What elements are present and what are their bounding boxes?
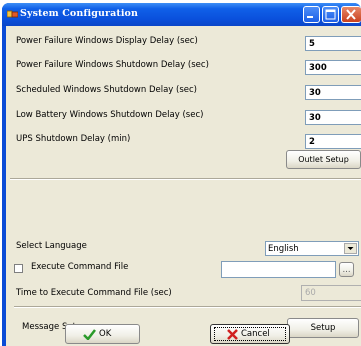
chevron-down-icon[interactable] (344, 243, 357, 254)
command-file-path-input[interactable] (221, 261, 336, 278)
shutdown-delay-input[interactable]: 300 (305, 60, 361, 75)
cancel-button[interactable]: Cancel (210, 324, 290, 344)
display-delay-label: Power Failure Windows Display Delay (sec… (16, 36, 198, 46)
language-select[interactable]: English (265, 241, 359, 256)
window-title: System Configuration (20, 8, 138, 19)
checkmark-icon (83, 329, 96, 340)
browse-button[interactable]: ... (339, 262, 354, 277)
language-label: Select Language (16, 241, 87, 251)
ups-shutdown-delay-label: UPS Shutdown Delay (min) (16, 134, 131, 144)
message-setup-button[interactable]: Setup (287, 318, 359, 338)
low-battery-delay-input[interactable]: 30 (305, 110, 361, 125)
cancel-label: Cancel (241, 329, 270, 339)
title-bar[interactable]: System Configuration (2, 3, 361, 26)
x-icon (227, 329, 238, 340)
scheduled-delay-input[interactable]: 30 (305, 85, 361, 100)
divider (10, 178, 361, 180)
maximize-button[interactable] (322, 6, 339, 23)
app-icon (7, 10, 18, 18)
low-battery-delay-label: Low Battery Windows Shutdown Delay (sec) (16, 110, 204, 120)
scheduled-delay-label: Scheduled Windows Shutdown Delay (sec) (16, 85, 197, 95)
execute-time-input: 60 (301, 285, 361, 301)
close-button[interactable] (341, 6, 361, 23)
execute-time-label: Time to Execute Command File (sec) (16, 288, 172, 298)
close-icon (346, 9, 356, 20)
dialog-window: System Configuration Power Failure Windo… (2, 3, 361, 346)
language-selected: English (268, 244, 299, 254)
execute-command-label: Execute Command File (31, 262, 129, 272)
ok-label: OK (99, 329, 112, 339)
ups-shutdown-delay-input[interactable]: 2 (305, 134, 361, 149)
outlet-setup-button[interactable]: Outlet Setup (286, 150, 361, 169)
minimize-button[interactable] (303, 6, 320, 23)
display-delay-input[interactable]: 5 (305, 36, 361, 51)
ok-button[interactable]: OK (65, 324, 140, 344)
execute-command-checkbox[interactable] (14, 264, 23, 273)
shutdown-delay-label: Power Failure Windows Shutdown Delay (se… (16, 60, 209, 70)
divider (14, 306, 361, 308)
minimize-icon (307, 16, 313, 18)
maximize-icon (325, 9, 336, 20)
browse-label: ... (342, 265, 351, 275)
